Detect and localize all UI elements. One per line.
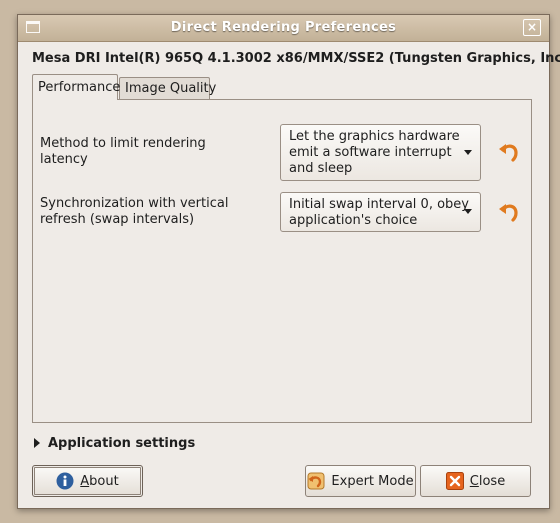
- close-label: Close: [469, 473, 506, 489]
- swap-label-line1: Synchronization with vertical: [40, 196, 229, 211]
- undo-arrow-icon[interactable]: [498, 141, 520, 163]
- expander-arrow-icon: [34, 437, 40, 448]
- swap-value-line1: Initial swap interval 0, obey: [289, 197, 469, 212]
- expert-mode-button[interactable]: Expert Mode: [305, 465, 416, 497]
- performance-panel: Method to limit rendering latency Let th…: [32, 99, 532, 423]
- tab-image-quality[interactable]: Image Quality: [119, 77, 216, 100]
- driver-info: Mesa DRI Intel(R) 965Q 4.1.3002 x86/MMX/…: [32, 51, 560, 66]
- chevron-down-icon: [464, 209, 472, 214]
- swap-value-line2: application's choice: [289, 213, 418, 228]
- swap-label-line2: refresh (swap intervals): [40, 212, 195, 227]
- latency-value-line3: and sleep: [289, 161, 353, 176]
- about-button[interactable]: About: [32, 465, 143, 497]
- latency-label: Method to limit rendering latency: [40, 136, 206, 168]
- tab-performance[interactable]: Performance: [32, 74, 120, 100]
- application-settings-expander[interactable]: Application settings: [34, 436, 195, 451]
- latency-combo[interactable]: Let the graphics hardware emit a softwar…: [280, 124, 481, 181]
- latency-value-line1: Let the graphics hardware: [289, 129, 460, 144]
- window-close-button[interactable]: ×: [523, 19, 541, 36]
- swap-interval-combo[interactable]: Initial swap interval 0, obey applicatio…: [280, 192, 481, 232]
- about-label: About: [80, 473, 119, 489]
- chevron-down-icon: [464, 149, 472, 155]
- window-title: Direct Rendering Preferences: [170, 20, 397, 35]
- latency-label-line1: Method to limit rendering: [40, 136, 206, 151]
- close-button[interactable]: Close: [420, 465, 531, 497]
- latency-value-line2: emit a software interrupt: [289, 145, 452, 160]
- expert-mode-icon: [307, 472, 325, 490]
- info-icon: [56, 472, 74, 490]
- expert-mode-label: Expert Mode: [331, 473, 414, 489]
- undo-arrow-icon[interactable]: [498, 201, 520, 223]
- dialog-window: Direct Rendering Preferences × Mesa DRI …: [17, 14, 560, 509]
- latency-label-line2: latency: [40, 152, 88, 167]
- title-bar[interactable]: Direct Rendering Preferences ×: [18, 15, 549, 42]
- swap-interval-label: Synchronization with vertical refresh (s…: [40, 196, 228, 228]
- expander-label: Application settings: [48, 436, 196, 451]
- close-x-icon: [445, 472, 464, 490]
